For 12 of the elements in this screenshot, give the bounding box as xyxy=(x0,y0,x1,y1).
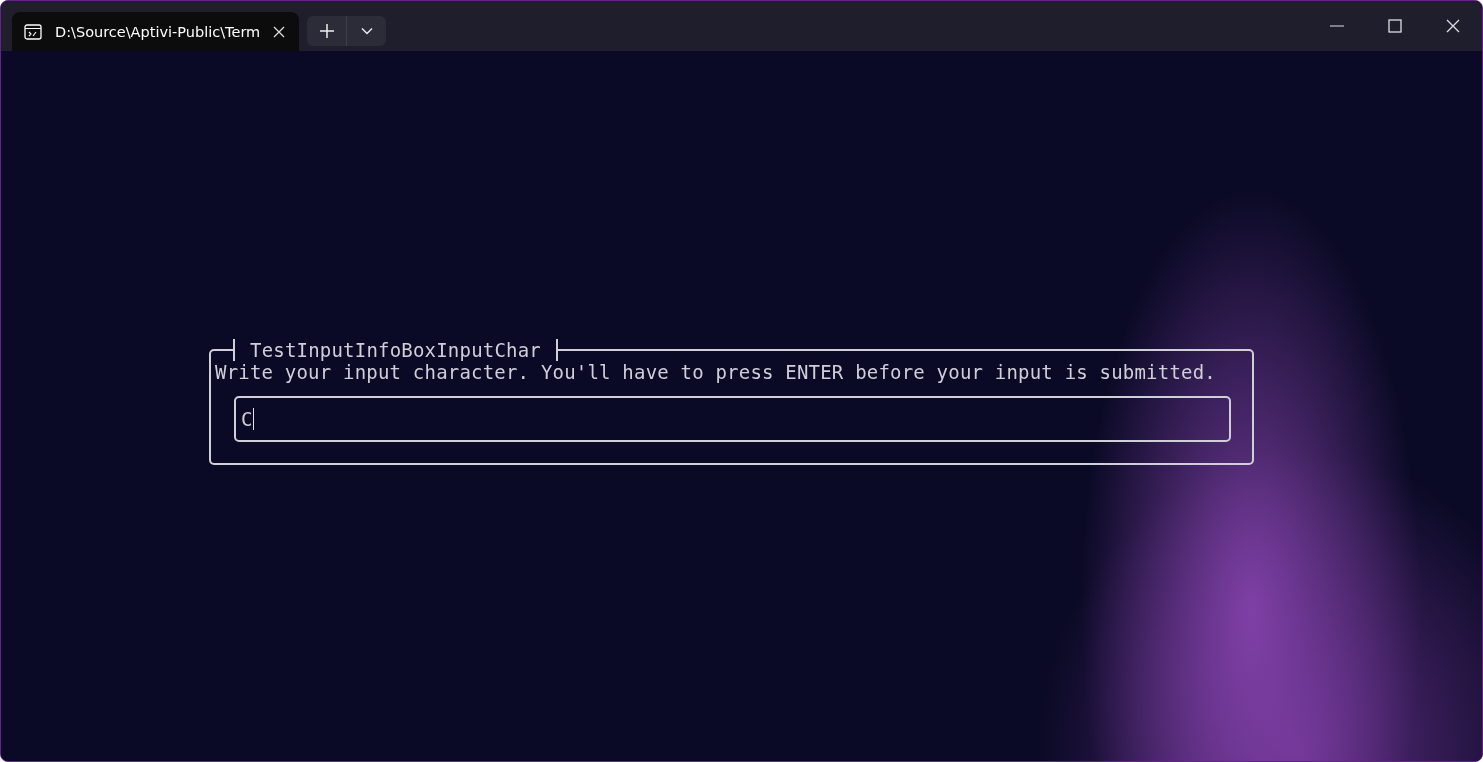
maximize-icon xyxy=(1388,19,1402,33)
close-icon xyxy=(1446,19,1460,33)
tab-title: D:\Source\Aptivi-Public\Term xyxy=(55,23,261,40)
box-message: Write your input character. You'll have to press ENTER before your input is submitted. xyxy=(215,361,1216,383)
input-field[interactable]: C xyxy=(234,396,1231,442)
close-icon[interactable] xyxy=(273,25,286,38)
plus-icon xyxy=(319,24,334,38)
terminal-icon xyxy=(24,23,42,40)
minimize-icon xyxy=(1330,25,1344,27)
chevron-down-icon xyxy=(360,27,373,35)
terminal-tab[interactable]: D:\Source\Aptivi-Public\Term xyxy=(12,12,300,51)
box-title: TestInputInfoBoxInputChar xyxy=(233,339,558,361)
